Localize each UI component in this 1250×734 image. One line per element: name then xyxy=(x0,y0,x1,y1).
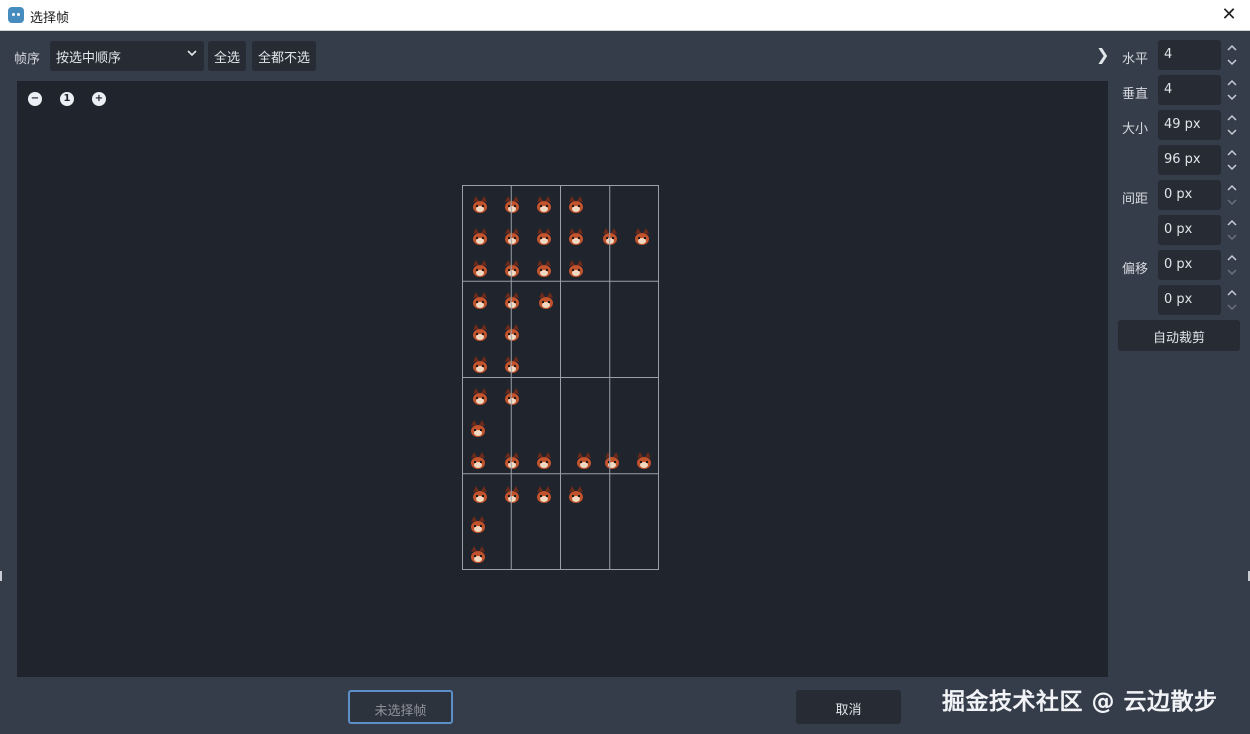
sprite-frame xyxy=(569,486,583,503)
sprite-frame xyxy=(505,388,519,405)
size-x-spinner[interactable] xyxy=(1224,110,1240,140)
zoom-in-icon: + xyxy=(92,92,106,106)
horizontal-input[interactable]: 4 xyxy=(1158,40,1221,70)
sprite-frame xyxy=(473,356,487,373)
sprite-frame xyxy=(569,260,583,277)
sprite-frame xyxy=(537,228,551,245)
left-resize-handle[interactable] xyxy=(0,571,2,581)
vertical-label: 垂直 xyxy=(1122,87,1149,102)
sprite-frame xyxy=(505,356,519,373)
select-frames-dialog: 帧序 按选中顺序 全选 全都不选 ❯ − 1 + 水平 4 垂直 4 大小 49… xyxy=(0,31,1250,734)
spinner-arrows-icon xyxy=(1227,44,1237,66)
zoom-out-icon: − xyxy=(28,92,42,106)
zoom-reset-button[interactable]: 1 xyxy=(57,89,77,109)
zoom-reset-icon: 1 xyxy=(60,92,74,106)
separation-x-spinner[interactable] xyxy=(1224,180,1240,210)
spinner-arrows-icon xyxy=(1227,149,1237,171)
sprite-frame xyxy=(505,324,519,341)
separation-y-input[interactable]: 0 px xyxy=(1158,215,1221,245)
title-bar: 选择帧 ✕ xyxy=(0,0,1250,31)
separation-label: 间距 xyxy=(1122,192,1149,207)
sprite-frame xyxy=(473,292,487,309)
sprite-frame xyxy=(577,452,591,469)
sprite-frame xyxy=(505,260,519,277)
horizontal-label: 水平 xyxy=(1122,52,1149,67)
sprite-sheet-grid[interactable] xyxy=(462,185,659,570)
sprite-sheet-image xyxy=(462,185,659,570)
sprite-frame xyxy=(605,452,619,469)
sprite-frame xyxy=(537,452,551,469)
sprite-frame xyxy=(473,260,487,277)
collapse-panel-icon[interactable]: ❯ xyxy=(1096,45,1110,65)
sprite-frame xyxy=(505,228,519,245)
window-title: 选择帧 xyxy=(30,11,70,26)
watermark: 掘金技术社区 @ 云边散步 xyxy=(942,689,1218,715)
offset-x-input[interactable]: 0 px xyxy=(1158,250,1221,280)
spinner-arrows-icon xyxy=(1227,219,1237,241)
sprite-frame xyxy=(505,196,519,213)
vertical-spinner[interactable] xyxy=(1224,75,1240,105)
sprite-frame xyxy=(505,452,519,469)
frame-order-select[interactable]: 按选中顺序 xyxy=(50,41,204,71)
auto-slice-button[interactable]: 自动裁剪 xyxy=(1118,320,1240,351)
sprite-frame xyxy=(539,292,553,309)
spinner-arrows-icon xyxy=(1227,114,1237,136)
size-label: 大小 xyxy=(1122,122,1149,137)
sprite-frame xyxy=(505,486,519,503)
sprite-frame xyxy=(537,196,551,213)
sprite-frame xyxy=(569,228,583,245)
close-icon[interactable]: ✕ xyxy=(1218,4,1240,26)
sprite-frame xyxy=(505,292,519,309)
offset-y-input[interactable]: 0 px xyxy=(1158,285,1221,315)
select-all-button[interactable]: 全选 xyxy=(208,41,247,71)
zoom-out-button[interactable]: − xyxy=(25,89,45,109)
spinner-arrows-icon xyxy=(1227,289,1237,311)
frame-order-value: 按选中顺序 xyxy=(56,51,122,66)
select-none-button[interactable]: 全都不选 xyxy=(252,41,317,71)
offset-x-spinner[interactable] xyxy=(1224,250,1240,280)
separation-x-input[interactable]: 0 px xyxy=(1158,180,1221,210)
sprite-frame xyxy=(537,486,551,503)
horizontal-spinner[interactable] xyxy=(1224,40,1240,70)
spinner-arrows-icon xyxy=(1227,254,1237,276)
sprite-frame xyxy=(473,324,487,341)
sprite-frame xyxy=(471,546,485,563)
offset-y-spinner[interactable] xyxy=(1224,285,1240,315)
cancel-button[interactable]: 取消 xyxy=(796,690,901,724)
sprite-frame xyxy=(471,452,485,469)
sprite-frame xyxy=(473,486,487,503)
size-y-spinner[interactable] xyxy=(1224,145,1240,175)
spinner-arrows-icon xyxy=(1227,184,1237,206)
godot-app-icon xyxy=(8,7,24,23)
frame-order-label: 帧序 xyxy=(14,52,41,67)
sprite-frame xyxy=(635,228,649,245)
sprite-sheet-preview[interactable]: − 1 + xyxy=(17,81,1108,677)
no-frames-selected-button[interactable]: 未选择帧 xyxy=(348,690,453,724)
sprite-frame xyxy=(471,516,485,533)
separation-y-spinner[interactable] xyxy=(1224,215,1240,245)
sprite-frame xyxy=(473,196,487,213)
spinner-arrows-icon xyxy=(1227,79,1237,101)
offset-label: 偏移 xyxy=(1122,262,1149,277)
size-y-input[interactable]: 96 px xyxy=(1158,145,1221,175)
zoom-in-button[interactable]: + xyxy=(89,89,109,109)
sprite-frame xyxy=(537,260,551,277)
sprite-frame xyxy=(471,420,485,437)
sprite-frame xyxy=(473,388,487,405)
size-x-input[interactable]: 49 px xyxy=(1158,110,1221,140)
vertical-input[interactable]: 4 xyxy=(1158,75,1221,105)
sprite-frame xyxy=(637,452,651,469)
chevron-down-icon xyxy=(187,50,197,57)
sprite-frame xyxy=(473,228,487,245)
sprite-frame xyxy=(569,196,583,213)
